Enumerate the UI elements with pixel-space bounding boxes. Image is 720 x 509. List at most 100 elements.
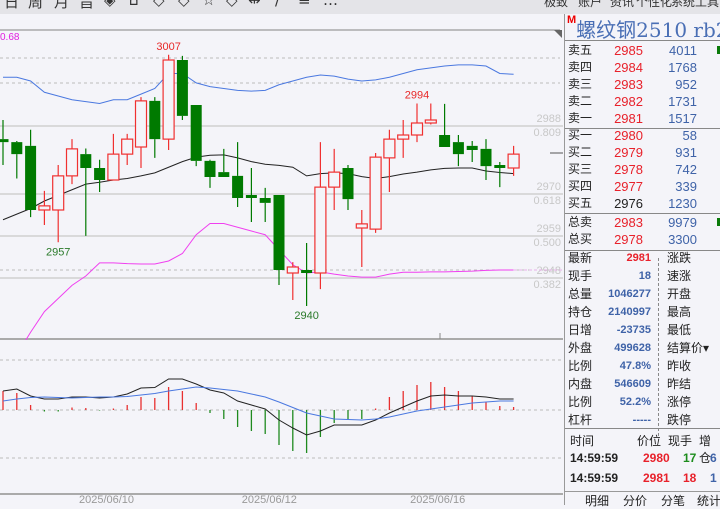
row-label: 卖五: [568, 43, 593, 57]
stat-value: 18: [638, 270, 651, 282]
tab-price[interactable]: 分价: [623, 492, 647, 509]
total-row[interactable]: 总买 2978 3300: [565, 231, 720, 248]
menu-system-tools[interactable]: 系统工具: [671, 0, 719, 10]
period-month-button[interactable]: 月: [54, 0, 69, 12]
date-axis-label: 2025/06/10: [79, 494, 134, 505]
tab-stats[interactable]: 统计: [697, 492, 720, 509]
window-icon[interactable]: ⌂: [129, 0, 139, 9]
bid-row[interactable]: 买二 2979 931: [565, 144, 720, 161]
candle-body: [507, 153, 520, 169]
candle: [342, 165, 354, 210]
period-quarter-button[interactable]: 旨: [79, 0, 94, 12]
resize-icon[interactable]: ⇹: [248, 0, 261, 9]
candle: [286, 262, 299, 300]
menu-extreme[interactable]: 极致: [544, 0, 568, 10]
candle: [204, 159, 216, 188]
candle: [190, 105, 202, 167]
candle-body: [176, 60, 188, 116]
total-row[interactable]: 总卖 2983 9979: [565, 214, 720, 231]
ask-row[interactable]: 卖一 2981 1517: [565, 110, 720, 127]
ask-row[interactable]: 卖三 2983 952: [565, 76, 720, 93]
menu-account[interactable]: 账户: [578, 0, 602, 10]
ask-row[interactable]: 卖五 2985 4011: [565, 42, 720, 59]
candle: [301, 243, 313, 306]
tab-trades[interactable]: 分笔: [661, 492, 685, 509]
candle: [480, 139, 492, 180]
row-label: 买二: [568, 145, 593, 159]
row-label: 买一: [568, 128, 593, 142]
menu-news[interactable]: 资讯: [610, 0, 634, 10]
candle: [259, 187, 271, 222]
candle-body: [301, 270, 313, 273]
indicator-value: 0.68: [0, 32, 20, 43]
tick-header: 现手: [668, 434, 693, 448]
contract-title[interactable]: M螺纹钢2510 rb2510: [567, 14, 720, 40]
zoom-icon[interactable]: ☆: [202, 0, 215, 9]
row-label: 买五: [568, 196, 593, 210]
tick-oi-change: 1: [710, 471, 717, 485]
row-label: 买三: [568, 162, 593, 176]
macd-dif-line: [2, 378, 514, 436]
stat-row: 杠杆 ----- 跌停: [565, 412, 720, 429]
candle-body: [452, 142, 464, 155]
stat-row: 比例 47.8% 昨收: [565, 358, 720, 375]
tick-price: 2980: [643, 451, 670, 465]
candle-body: [232, 175, 244, 198]
date-axis-label: 2025/06/12: [242, 494, 297, 505]
candle: [80, 148, 92, 236]
row-label: 总买: [568, 232, 593, 246]
ask-row[interactable]: 卖四 2984 1768: [565, 59, 720, 76]
macd-dea-line: [2, 386, 514, 421]
detail-tabs: 明细 分价 分笔 统计: [565, 491, 720, 508]
bid-row[interactable]: 买一 2980 58: [565, 127, 720, 144]
tick-header: 价位: [637, 434, 662, 448]
volume: 742: [675, 162, 697, 177]
stat-label: 比例: [568, 395, 593, 409]
bid-row[interactable]: 买四 2977 339: [565, 178, 720, 195]
kline-chart[interactable]: 2988 0.809 2970 0.618 2959 0.500 2948 0.382 0.6…: [0, 14, 564, 505]
fib-ratio-label: 0.382: [533, 279, 561, 291]
quote-panel: M螺纹钢2510 rb2510 卖五 2985 4011 卖四 2984 1768 卖三 29…: [564, 14, 720, 508]
back-icon[interactable]: ◇: [153, 0, 165, 9]
stat-value: 499628: [614, 342, 651, 354]
contract-name: 螺纹钢2510 rb2510: [576, 18, 720, 40]
candle: [176, 55, 188, 120]
stat-row: 外盘 499628 结算价▾: [565, 340, 720, 357]
volume: 9979: [668, 215, 697, 230]
candle: [383, 129, 396, 192]
stat-right-label[interactable]: 结算价▾: [667, 340, 709, 357]
bid-row[interactable]: 买三 2978 742: [565, 161, 720, 178]
row-label: 买四: [568, 179, 593, 193]
tab-detail[interactable]: 明细: [585, 492, 609, 509]
candle: [38, 190, 51, 225]
ask-row[interactable]: 卖二 2982 1731: [565, 93, 720, 110]
list-icon[interactable]: ≡: [298, 0, 311, 9]
indicator-icon[interactable]: ◈: [104, 0, 116, 9]
diamond-icon[interactable]: ◇: [226, 0, 238, 9]
candle-body: [94, 168, 106, 180]
chart-labels: 0.68 3007 2957 2994 2940 2025/06/10 2025/06/12…: [0, 32, 465, 505]
volume: 952: [675, 77, 697, 92]
bid-row[interactable]: 买五 2976 1230: [565, 195, 720, 212]
stat-row: 现手 18 速涨: [565, 268, 720, 285]
menu-personalize[interactable]: 个性化: [636, 0, 672, 10]
stat-label: 杠杆: [568, 413, 593, 427]
candle-body: [25, 145, 37, 210]
fib-ratio-label: 0.500: [533, 237, 561, 249]
stat-row: 总量 1046277 开盘: [565, 286, 720, 303]
draw-line-icon[interactable]: /: [275, 0, 280, 9]
candle-body: [38, 205, 51, 211]
period-day-button[interactable]: 日: [4, 0, 19, 12]
volume: 58: [682, 128, 697, 143]
candle-body: [369, 156, 382, 230]
tick-volume: 17: [683, 451, 697, 465]
forward-icon[interactable]: ◇: [178, 0, 190, 9]
more-icon[interactable]: …: [323, 0, 338, 9]
row-label: 卖二: [568, 94, 593, 108]
volume: 1768: [668, 60, 697, 75]
volume: 1517: [668, 111, 697, 126]
price-axis-label: 2948: [537, 265, 561, 277]
period-week-button[interactable]: 周: [28, 0, 43, 12]
tick-oi-change: 6: [710, 451, 717, 465]
divider: [658, 258, 659, 436]
